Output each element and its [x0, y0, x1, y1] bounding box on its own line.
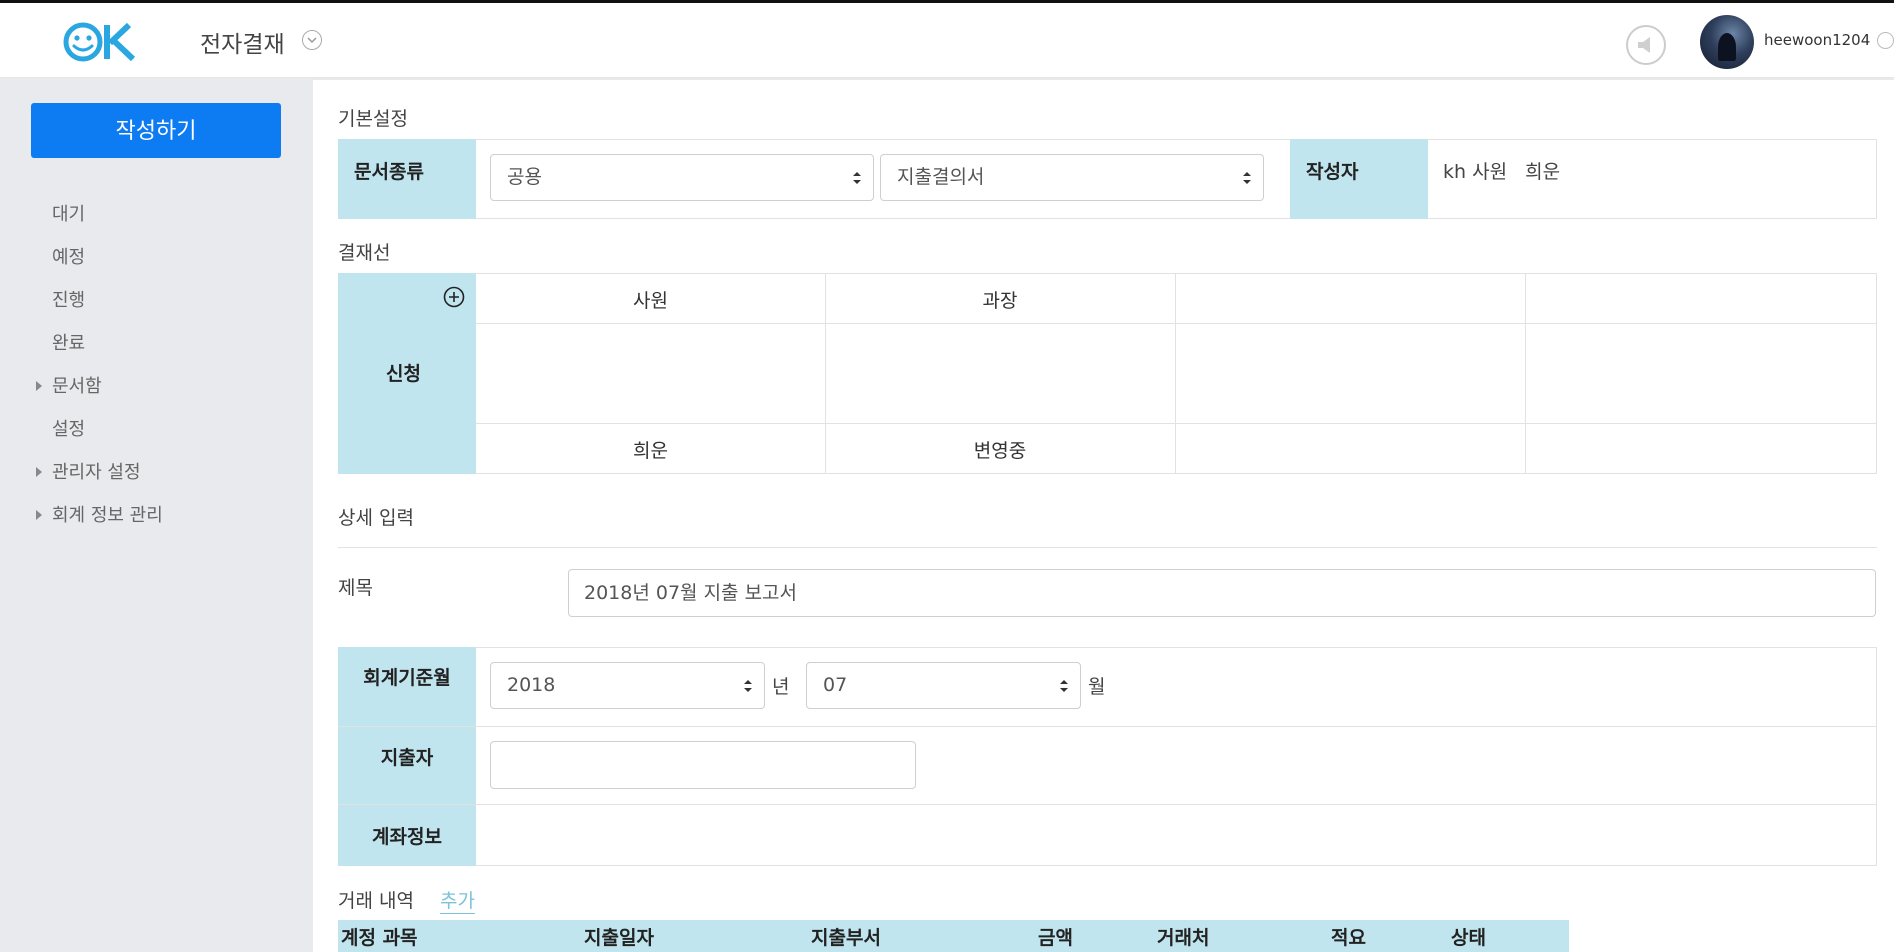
sidebar-item-label: 완료 — [52, 333, 86, 354]
author-value: kh 사원 희운 — [1443, 161, 1561, 183]
sidebar-item-label: 설정 — [52, 419, 86, 440]
doc-form-select[interactable]: 지출결의서 — [880, 154, 1264, 201]
title-input[interactable]: 2018년 07월 지출 보고서 — [568, 569, 1876, 617]
sidebar-item-settings[interactable]: 설정 — [0, 408, 313, 451]
top-header: 전자결재 heewoon1204 — [0, 3, 1894, 78]
select-arrows-icon — [1243, 172, 1251, 184]
spender-label: 지출자 — [380, 747, 434, 769]
row-divider — [338, 804, 1877, 805]
write-button[interactable]: 작성하기 — [31, 103, 281, 158]
sidebar-item-label: 회계 정보 관리 — [52, 505, 163, 526]
caret-right-icon — [36, 467, 42, 477]
detail-input-title: 상세 입력 — [338, 507, 414, 529]
doc-type-select[interactable]: 공용 — [490, 154, 874, 201]
approval-label-cell: 신청 — [338, 273, 476, 474]
sidebar-item-accounting[interactable]: 회계 정보 관리 — [0, 494, 313, 537]
sidebar-item-completed[interactable]: 완료 — [0, 322, 313, 365]
sidebar-item-label: 예정 — [52, 247, 86, 268]
column-header: 상태 — [1451, 927, 1486, 949]
section-divider — [338, 547, 1877, 548]
column-header: 지출일자 — [584, 927, 654, 949]
month-value: 07 — [823, 674, 848, 696]
app-menu-chevron-icon[interactable] — [302, 30, 322, 50]
approval-row-label: 신청 — [386, 363, 421, 385]
transactions-title: 거래 내역 — [338, 890, 414, 912]
month-select[interactable]: 07 — [806, 662, 1081, 709]
row-divider — [338, 726, 1877, 727]
grid-divider — [1525, 273, 1526, 474]
notification-speaker-icon[interactable] — [1626, 25, 1666, 65]
year-select[interactable]: 2018 — [490, 662, 765, 709]
add-approver-icon[interactable] — [443, 286, 465, 308]
sidebar-item-document-box[interactable]: 문서함 — [0, 365, 313, 408]
sidebar-item-waiting[interactable]: 대기 — [0, 193, 313, 236]
column-header: 지출부서 — [811, 927, 881, 949]
account-info-label: 계좌정보 — [372, 826, 442, 848]
ok-logo[interactable] — [63, 21, 143, 63]
caret-right-icon — [36, 510, 42, 520]
grid-divider — [1175, 273, 1176, 474]
period-label: 회계기준월 — [363, 667, 451, 689]
approver-name: 희운 — [633, 440, 668, 462]
column-header: 적요 — [1331, 927, 1366, 949]
year-suffix: 년 — [772, 676, 790, 698]
author-label: 작성자 — [1290, 139, 1428, 219]
username[interactable]: heewoon1204 — [1764, 31, 1870, 49]
doc-form-value: 지출결의서 — [897, 166, 985, 188]
user-menu-chevron-icon[interactable] — [1877, 32, 1894, 49]
basic-settings-title: 기본설정 — [338, 108, 408, 130]
approval-line-title: 결재선 — [338, 242, 391, 264]
add-transaction-link[interactable]: 추가 — [440, 886, 475, 914]
approver-name: 변영중 — [973, 440, 1027, 462]
sidebar-item-scheduled[interactable]: 예정 — [0, 236, 313, 279]
month-suffix: 월 — [1088, 676, 1106, 698]
column-header: 금액 — [1038, 927, 1073, 949]
grid-divider — [476, 423, 1877, 424]
sidebar-item-label: 진행 — [52, 290, 86, 311]
app-title[interactable]: 전자결재 — [200, 25, 285, 59]
approver-position: 과장 — [982, 290, 1018, 312]
caret-right-icon — [36, 381, 42, 391]
grid-divider — [476, 323, 1877, 324]
select-arrows-icon — [1060, 680, 1068, 692]
sidebar-item-label: 대기 — [52, 204, 86, 225]
sidebar: 작성하기 대기 예정 진행 완료 문서함 설정 관리자 설정 회계 정보 관리 — [0, 78, 313, 952]
select-arrows-icon — [853, 172, 861, 184]
transactions-table-header: 계정 과목 지출일자 지출부서 금액 거래처 적요 상태 — [338, 920, 1569, 952]
doc-type-value: 공용 — [507, 166, 542, 188]
column-header: 거래처 — [1157, 927, 1210, 949]
title-label: 제목 — [338, 577, 373, 599]
sidebar-item-label: 문서함 — [52, 376, 102, 397]
spender-input[interactable] — [490, 741, 916, 789]
sidebar-item-in-progress[interactable]: 진행 — [0, 279, 313, 322]
year-value: 2018 — [507, 674, 556, 696]
approver-position: 사원 — [633, 290, 668, 312]
user-avatar[interactable] — [1700, 15, 1754, 69]
column-header: 계정 과목 — [341, 927, 418, 949]
sidebar-nav: 대기 예정 진행 완료 문서함 설정 관리자 설정 회계 정보 관리 — [0, 193, 313, 537]
sidebar-item-label: 관리자 설정 — [52, 462, 141, 483]
select-arrows-icon — [744, 680, 752, 692]
sidebar-item-admin-settings[interactable]: 관리자 설정 — [0, 451, 313, 494]
doc-type-label: 문서종류 — [338, 139, 476, 219]
